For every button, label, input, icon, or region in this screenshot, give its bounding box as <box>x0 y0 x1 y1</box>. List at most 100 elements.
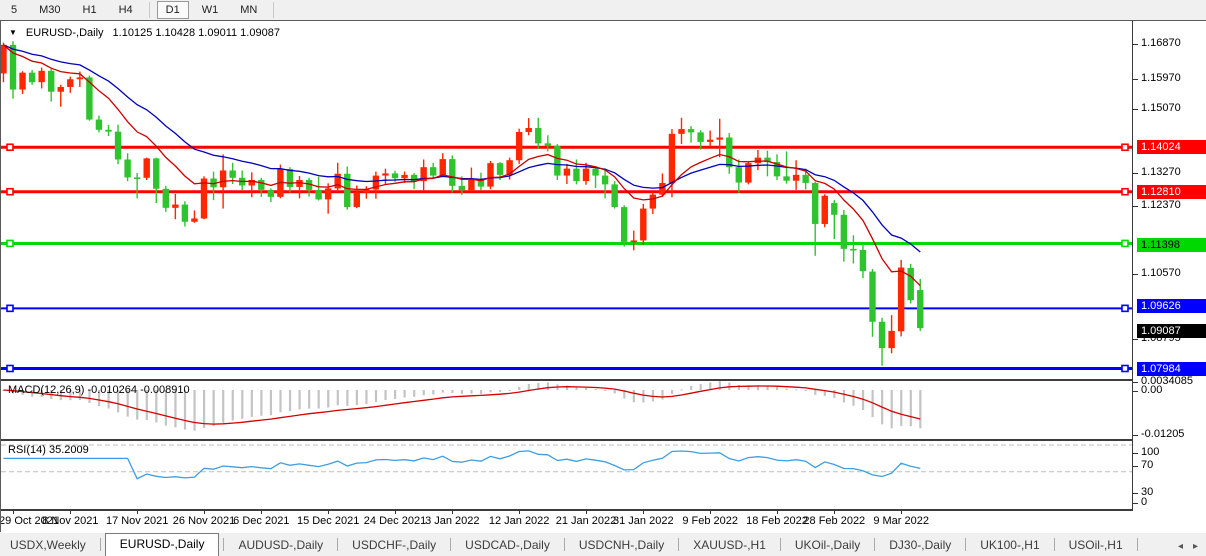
line-handle[interactable] <box>7 365 13 371</box>
macd-histogram-bar <box>423 390 425 395</box>
chart-tab-dj30-daily[interactable]: DJ30-,Daily <box>879 535 961 556</box>
symbol-dropdown-icon[interactable]: ▼ <box>9 28 17 39</box>
chart-tab-usoil-h1[interactable]: USOil-,H1 <box>1059 535 1133 556</box>
tab-scroll-arrows: ◂▸ <box>1178 541 1198 552</box>
axis-tick <box>1133 453 1138 454</box>
date-tick <box>586 511 587 514</box>
date-tick <box>452 511 453 514</box>
date-tick <box>901 511 902 514</box>
macd-histogram-bar <box>642 390 644 402</box>
candle <box>468 180 474 190</box>
line-handle[interactable] <box>1122 365 1128 371</box>
chart-tab-usdcad-daily[interactable]: USDCAD-,Daily <box>455 535 560 556</box>
timeframe-button-mn[interactable]: MN <box>231 1 266 19</box>
line-handle[interactable] <box>1122 305 1128 311</box>
macd-histogram-bar <box>346 390 348 406</box>
timeframe-button-w1[interactable]: W1 <box>193 1 228 19</box>
candle <box>650 195 656 209</box>
candle <box>29 73 35 83</box>
axis-tick <box>1133 109 1138 110</box>
macd-histogram-bar <box>499 390 501 392</box>
line-handle[interactable] <box>7 189 13 195</box>
candle <box>392 173 398 178</box>
timeframe-button-h1[interactable]: H1 <box>74 1 106 19</box>
price-tick-label: 1.13270 <box>1141 166 1181 178</box>
macd-histogram-bar <box>814 390 816 395</box>
candle <box>822 196 828 224</box>
macd-histogram-bar <box>203 390 205 428</box>
candle <box>19 73 25 90</box>
tab-separator <box>874 538 875 551</box>
timeframe-button-h4[interactable]: H4 <box>110 1 142 19</box>
date-label: 3 Jan 2022 <box>425 515 479 527</box>
candle <box>163 189 169 208</box>
candle <box>77 77 83 79</box>
tab-scroll-right-icon[interactable]: ▸ <box>1193 541 1198 552</box>
candle <box>268 190 274 197</box>
macd-histogram-bar <box>528 384 530 390</box>
macd-tick-label: 0.00 <box>1141 384 1162 396</box>
rsi-indicator-panel[interactable]: RSI(14) 35.2009 <box>1 441 1132 509</box>
axis-tick <box>1133 382 1138 383</box>
macd-histogram-bar <box>575 387 577 390</box>
candle <box>144 158 150 177</box>
candle <box>134 177 140 179</box>
date-label: 6 Dec 2021 <box>233 515 289 527</box>
chart-tab-ukoil-daily[interactable]: UKOil-,Daily <box>785 535 870 556</box>
date-label: 9 Feb 2022 <box>682 515 738 527</box>
candle <box>917 290 923 328</box>
candle <box>640 209 646 241</box>
date-label: 28 Feb 2022 <box>803 515 865 527</box>
candle <box>172 205 178 208</box>
candle <box>850 249 856 251</box>
candle <box>526 128 532 132</box>
macd-histogram-bar <box>585 388 587 390</box>
price-axis: 1.168701.159701.150701.132701.123701.105… <box>1133 21 1206 511</box>
chart-tab-usdx-weekly[interactable]: USDX,Weekly <box>0 535 96 556</box>
line-handle[interactable] <box>7 144 13 150</box>
macd-histogram-bar <box>833 390 835 398</box>
candle <box>229 170 235 177</box>
line-handle[interactable] <box>7 240 13 246</box>
tab-separator <box>780 538 781 551</box>
macd-histogram-bar <box>375 390 377 402</box>
axis-tick <box>1133 44 1138 45</box>
timeframe-button-5[interactable]: 5 <box>2 1 26 19</box>
date-tick <box>328 511 329 514</box>
price-tick-label: 1.12370 <box>1141 199 1181 211</box>
macd-histogram-bar <box>337 390 339 405</box>
macd-histogram-bar <box>595 389 597 390</box>
chart-tab-audusd-daily[interactable]: AUDUSD-,Daily <box>228 535 333 556</box>
macd-histogram-bar <box>461 390 463 394</box>
date-label: 15 Dec 2021 <box>297 515 359 527</box>
chart-tab-usdchf-daily[interactable]: USDCHF-,Daily <box>342 535 446 556</box>
chart-tab-uk100-h1[interactable]: UK100-,H1 <box>970 535 1049 556</box>
line-handle[interactable] <box>1122 144 1128 150</box>
chart-tab-usdcnh-daily[interactable]: USDCNH-,Daily <box>569 535 674 556</box>
line-handle[interactable] <box>1122 189 1128 195</box>
price-tick-label: 1.10570 <box>1141 267 1181 279</box>
tab-scroll-left-icon[interactable]: ◂ <box>1178 541 1183 552</box>
macd-label: MACD(12,26,9) -0.010264 -0.008910 <box>8 384 190 396</box>
macd-histogram-bar <box>518 387 520 390</box>
macd-histogram-bar <box>910 390 912 426</box>
macd-histogram-bar <box>614 390 616 393</box>
candle <box>583 169 589 181</box>
candle <box>124 159 130 177</box>
chart-tab-xauusd-h1[interactable]: XAUUSD-,H1 <box>683 535 776 556</box>
timeframe-button-m30[interactable]: M30 <box>30 1 69 19</box>
macd-histogram-bar <box>279 390 281 412</box>
chart-tab-eurusd-daily[interactable]: EURUSD-,Daily <box>105 533 220 556</box>
line-handle[interactable] <box>7 305 13 311</box>
candle <box>153 158 159 188</box>
macd-indicator-panel[interactable]: MACD(12,26,9) -0.010264 -0.008910 <box>1 381 1132 439</box>
macd-histogram-bar <box>690 386 692 390</box>
rsi-tick-label: 70 <box>1141 459 1153 471</box>
price-chart-panel[interactable]: ▼ EURUSD-,Daily 1.10125 1.10428 1.09011 … <box>1 21 1132 379</box>
macd-histogram-bar <box>470 390 472 394</box>
candle <box>191 218 197 221</box>
line-handle[interactable] <box>1122 240 1128 246</box>
candle <box>67 79 73 87</box>
candle <box>802 175 808 183</box>
timeframe-button-d1[interactable]: D1 <box>157 1 189 19</box>
